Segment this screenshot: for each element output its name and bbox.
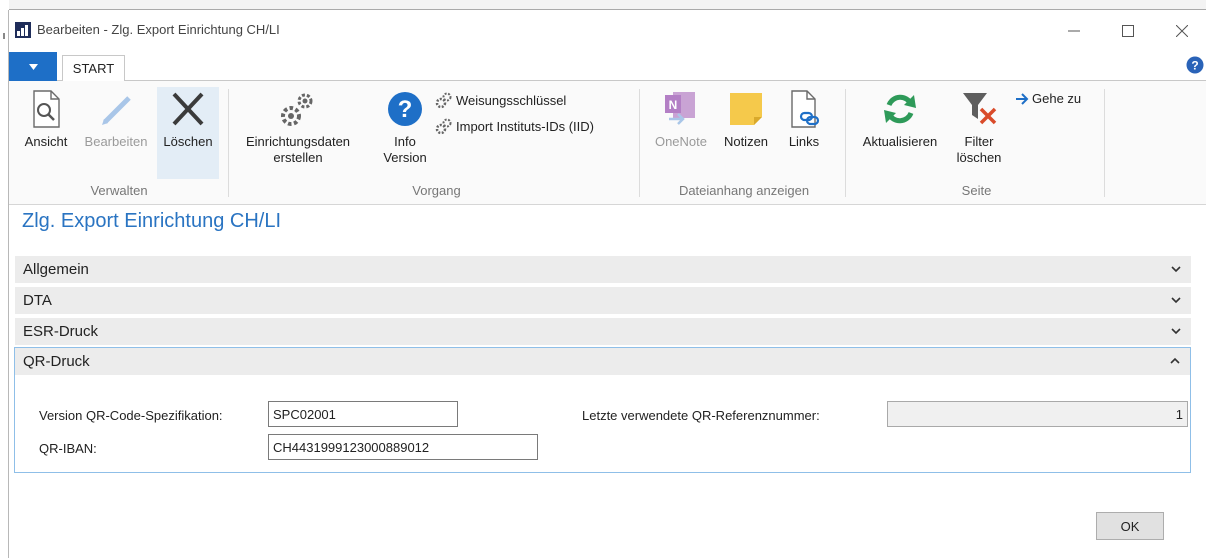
ansicht-label: Ansicht [24, 134, 68, 149]
ok-button[interactable]: OK [1096, 512, 1164, 540]
section-dta-label: DTA [23, 292, 52, 309]
file-menu-button[interactable] [9, 52, 57, 81]
chevron-down-icon [1171, 328, 1181, 335]
section-esr-druck-label: ESR-Druck [23, 323, 99, 340]
filter-label-1: Filter [964, 134, 994, 149]
minimize-icon [1068, 30, 1080, 32]
notizen-label: Notizen [723, 134, 769, 149]
svg-text:?: ? [1191, 59, 1198, 73]
svg-text:N: N [669, 98, 678, 112]
maximize-button[interactable] [1111, 18, 1145, 44]
tab-start[interactable]: START [62, 55, 125, 82]
refresh-icon [884, 94, 916, 124]
chevron-up-icon [1170, 357, 1180, 364]
weisungsschluessel-button[interactable]: Weisungsschlüssel [435, 91, 566, 109]
dropdown-arrow-icon [28, 63, 38, 70]
section-esr-druck[interactable]: ESR-Druck [15, 318, 1191, 345]
onenote-icon: N [665, 92, 695, 125]
group-verwalten: Verwalten [90, 183, 148, 198]
gears-icon [281, 93, 313, 126]
delete-icon [172, 92, 204, 126]
einrichtungsdaten-label-2: erstellen [273, 150, 323, 165]
section-dta[interactable]: DTA [15, 287, 1191, 314]
small-gears-icon [435, 118, 452, 135]
gehe-zu-button[interactable]: Gehe zu [1015, 91, 1081, 106]
import-iid-button[interactable]: Import Instituts-IDs (IID) [435, 117, 594, 135]
info-label-2: Version [383, 150, 427, 165]
ribbon-tab-row: START ? [9, 52, 1206, 82]
app-icon [15, 22, 31, 38]
onenote-button[interactable]: N OneNote [649, 89, 713, 150]
links-label: Links [788, 134, 820, 149]
ansicht-button[interactable]: Ansicht [20, 89, 72, 150]
qr-iban-label: QR-IBAN: [39, 441, 97, 456]
info-label-1: Info [394, 134, 416, 149]
title-bar: Bearbeiten - Zlg. Export Einrichtung CH/… [9, 10, 1206, 52]
section-qr-druck: QR-Druck Version QR-Code-Spezifikation: … [14, 347, 1191, 473]
arrow-right-icon [1016, 92, 1029, 105]
onenote-label: OneNote [654, 134, 708, 149]
einrichtungsdaten-label-1: Einrichtungsdaten [245, 134, 351, 149]
info-icon: ? [388, 92, 422, 126]
gehe-zu-label: Gehe zu [1032, 91, 1082, 106]
ribbon: Ansicht Bearbeiten Löschen Verwalten Ein… [9, 81, 1206, 205]
help-icon[interactable]: ? [1186, 56, 1204, 74]
bearbeiten-label: Bearbeiten [84, 134, 148, 149]
ribbon-separator [845, 89, 846, 197]
group-seite: Seite [961, 183, 992, 198]
links-button[interactable]: Links [779, 89, 829, 150]
svg-text:?: ? [398, 96, 413, 123]
info-version-button[interactable]: ? Info Version [379, 89, 431, 166]
version-qr-label: Version QR-Code-Spezifikation: [39, 408, 223, 423]
letzte-qr-referenz-field: 1 [887, 401, 1188, 427]
loeschen-button[interactable]: Löschen [157, 87, 219, 179]
minimize-button[interactable] [1057, 18, 1091, 44]
aktualisieren-label: Aktualisieren [862, 134, 938, 149]
section-allgemein[interactable]: Allgemein [15, 256, 1191, 283]
bearbeiten-button[interactable]: Bearbeiten [76, 89, 156, 150]
pencil-icon [102, 96, 131, 125]
einrichtungsdaten-button[interactable]: Einrichtungsdaten erstellen [239, 89, 357, 166]
close-icon [1176, 25, 1188, 37]
background-edge [0, 0, 9, 558]
ribbon-separator [639, 89, 640, 197]
filter-loeschen-button[interactable]: Filter löschen [951, 89, 1007, 166]
dialog-window: Bearbeiten - Zlg. Export Einrichtung CH/… [9, 9, 1206, 558]
group-vorgang: Vorgang [412, 183, 461, 198]
qr-iban-input[interactable]: CH4431999123000889012 [268, 434, 538, 460]
background-mark [3, 33, 5, 39]
version-qr-input[interactable]: SPC02001 [268, 401, 458, 427]
section-qr-druck-label: QR-Druck [23, 353, 90, 370]
small-gears-icon [435, 92, 452, 109]
view-icon [33, 90, 60, 128]
chevron-down-icon [1171, 266, 1181, 273]
maximize-icon [1122, 25, 1134, 37]
section-allgemein-label: Allgemein [23, 261, 89, 278]
filter-label-2: löschen [956, 150, 1002, 165]
link-icon [791, 90, 820, 128]
import-iid-label: Import Instituts-IDs (IID) [456, 118, 594, 134]
window-title: Bearbeiten - Zlg. Export Einrichtung CH/… [37, 22, 280, 37]
ribbon-separator [228, 89, 229, 197]
notizen-button[interactable]: Notizen [716, 89, 776, 150]
letzte-qr-referenz-label: Letzte verwendete QR-Referenznummer: [582, 408, 820, 423]
clear-filter-icon [963, 93, 997, 125]
loeschen-label: Löschen [163, 134, 213, 149]
aktualisieren-button[interactable]: Aktualisieren [852, 89, 948, 150]
section-qr-druck-header[interactable]: QR-Druck [15, 348, 1190, 375]
close-button[interactable] [1165, 18, 1199, 44]
page-title: Zlg. Export Einrichtung CH/LI [22, 210, 281, 232]
note-icon [730, 93, 762, 125]
chevron-down-icon [1171, 297, 1181, 304]
ribbon-separator [1104, 89, 1105, 197]
group-dateianhang: Dateianhang anzeigen [678, 183, 810, 198]
weisungsschluessel-label: Weisungsschlüssel [456, 92, 567, 108]
